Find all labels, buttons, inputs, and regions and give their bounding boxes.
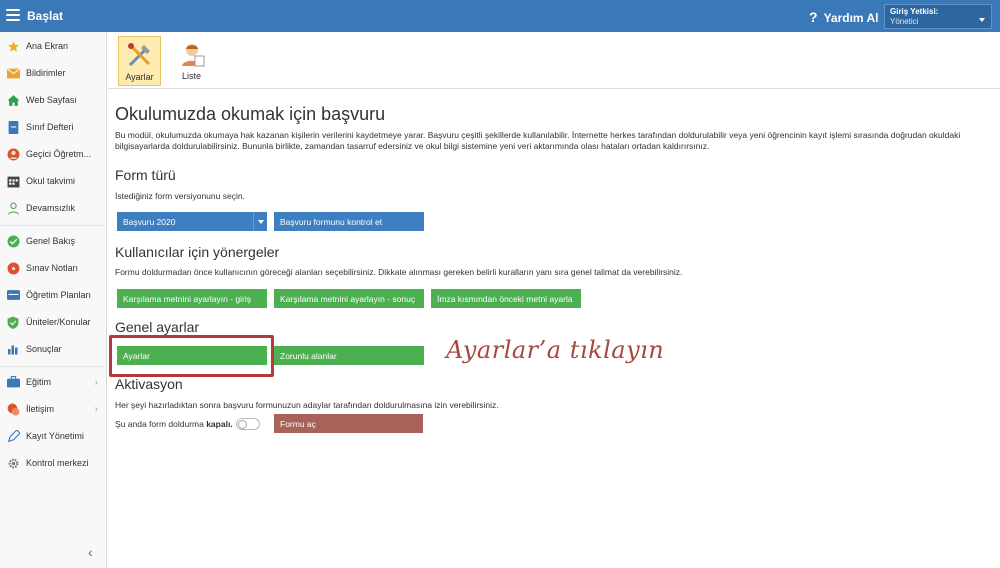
sidebar-item-sinav-notlari[interactable]: ★ Sınav Notları [0,259,106,277]
chevron-right-icon: › [94,403,98,415]
guidelines-title: Kullanıcılar için yönergeler [115,244,280,260]
form-type-hint: İstediğiniz form versiyonunu seçin. [115,191,245,201]
form-version-select[interactable]: Başvuru 2020 [117,212,267,231]
users-list-icon [170,39,213,69]
chat-icon [6,402,20,416]
chevron-right-icon: › [94,376,98,388]
sidebar-item-genel-bakis[interactable]: Genel Bakış [0,232,106,250]
page-description: Bu modül, okulumuzda okumaya hak kazanan… [115,130,961,151]
shield-icon [6,315,20,329]
open-form-button[interactable]: Formu aç [274,414,423,433]
star-icon [6,39,20,53]
sidebar-item-kayit-yonetimi[interactable]: Kayıt Yönetimi [0,427,106,445]
sidebar-item-egitim[interactable]: Eğitim › [0,373,106,391]
sidebar: Ana Ekran Bildirimler Web Sayfası Sınıf … [0,32,107,568]
role-value: Yönetici [890,17,919,26]
form-status-prefix: Şu anda form doldurma [115,419,204,429]
collapse-sidebar-icon[interactable]: ‹ [88,544,93,560]
bar-chart-icon [6,342,20,356]
activation-title: Aktivasyon [115,376,183,392]
sidebar-item-devamsizlik[interactable]: Devamsızlık [0,199,106,217]
gear-icon [6,456,20,470]
form-status-value: kapalı. [206,419,233,429]
sidebar-divider [0,225,106,226]
briefcase-icon [6,375,20,389]
general-settings-title: Genel ayarlar [115,319,200,335]
home-icon [6,93,20,107]
signature-text-button[interactable]: İmza kısmından önceki metni ayarla [431,289,581,308]
welcome-result-button[interactable]: Karşılama metnini ayarlayın - sonuç [274,289,424,308]
notebook-icon [6,120,20,134]
sidebar-item-kontrol-merkezi[interactable]: Kontrol merkezi [0,454,106,472]
sidebar-item-bildirimler[interactable]: Bildirimler [0,64,106,82]
toolbar-settings-label: Ayarlar [125,72,154,82]
role-select[interactable]: Giriş Yetkisi: Yönetici [884,4,992,29]
grade-icon: ★ [6,261,20,275]
calendar-icon [6,174,20,188]
tools-icon [119,40,160,70]
required-fields-button[interactable]: Zorunlu alanlar [274,346,424,365]
form-version-value: Başvuru 2020 [123,216,176,227]
sidebar-divider [0,366,106,367]
sidebar-item-gecici-ogretmen[interactable]: Geçici Öğretm... [0,145,106,163]
form-type-title: Form türü [115,167,176,183]
chevron-down-icon [979,18,985,22]
activation-hint: Her şeyi hazırladıktan sonra başvuru for… [115,400,499,410]
form-status-row: Şu anda form doldurma kapalı. [115,418,260,430]
form-status-toggle[interactable] [235,418,260,430]
toolbar-list-button[interactable]: Liste [170,36,213,86]
sidebar-item-ana-ekran[interactable]: Ana Ekran [0,37,106,55]
svg-text:★: ★ [10,265,15,272]
menu-icon[interactable] [6,9,20,21]
help-label: Yardım Al [823,11,879,25]
toolbar-list-label: Liste [181,71,201,81]
top-bar: Başlat ? Yardım Al Giriş Yetkisi: Yönetic… [0,0,1000,32]
sidebar-item-web-sayfasi[interactable]: Web Sayfası [0,91,106,109]
envelope-icon [6,66,20,80]
page-title: Okulumuzda okumak için başvuru [115,104,386,124]
check-circle-icon [6,234,20,248]
highlight-frame [109,335,274,377]
role-label: Giriş Yetkisi: [890,7,939,16]
check-form-button[interactable]: Başvuru formunu kontrol et [274,212,424,231]
sidebar-item-sonuclar[interactable]: Sonuçlar [0,340,106,358]
guidelines-hint: Formu doldurmadan önce kullanıcının göre… [115,267,683,277]
pen-icon [6,429,20,443]
welcome-intro-button[interactable]: Karşılama metnini ayarlayın - giriş [117,289,267,308]
annotation-text: Ayarlar’a tıklayın [446,336,665,364]
toolbar-settings-button[interactable]: Ayarlar [118,36,161,86]
help-button[interactable]: ? Yardım Al [809,9,878,25]
chevron-down-icon [253,212,267,231]
teacher-icon [6,147,20,161]
sidebar-item-okul-takvimi[interactable]: Okul takvimi [0,172,106,190]
sidebar-item-ogretim-planlari[interactable]: Öğretim Planları [0,286,106,304]
plan-icon [6,288,20,302]
sidebar-item-uniteler-konular[interactable]: Üniteler/Konular [0,313,106,331]
question-icon: ? [809,9,818,25]
app-title[interactable]: Başlat [27,9,63,23]
person-icon [6,201,20,215]
sidebar-item-sinif-defteri[interactable]: Sınıf Defteri [0,118,106,136]
toolbar: Ayarlar Liste [108,32,1000,89]
toggle-knob [237,420,247,429]
sidebar-item-iletisim[interactable]: İletişim › [0,400,106,418]
